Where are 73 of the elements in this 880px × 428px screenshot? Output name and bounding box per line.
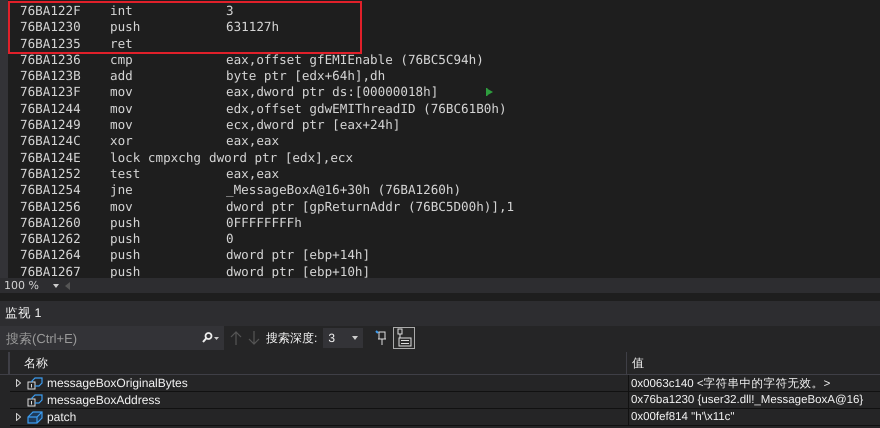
instruction-address: 76BA123F [20,84,82,101]
instruction-operand: edx,offset gdwEMIThreadID (76BC61B0h) [226,100,507,118]
instruction-operand: 3 [226,3,234,20]
instruction-address: 76BA1244 [20,100,82,118]
instruction-address: 76BA1260 [20,214,82,232]
instruction-operand: eax,eax [226,166,280,182]
instruction-mnemonic: mov [110,100,134,118]
instruction-mnemonic: push [110,247,142,264]
instruction-address: 76BA1256 [20,198,82,215]
instruction-mnemonic: xor [110,133,134,150]
variable-value: 0x76ba1230 {user32.dll!_MessageBoxA@16} [631,394,864,406]
search-button[interactable] [196,326,224,350]
instruction-operand: 631127h [226,19,280,36]
instruction-operand: dword ptr [ebp+10h] [226,264,370,278]
instruction-operand: ecx,dword ptr [eax+24h] [226,117,400,134]
search-field[interactable]: 搜索(Ctrl+E) [0,326,196,350]
instruction-address: 76BA1249 [20,117,82,134]
instruction-address: 76BA1264 [20,247,82,264]
instruction-mnemonic: cmp [110,52,134,68]
instruction-mnemonic: push [110,231,142,248]
instruction-mnemonic: push [110,264,142,278]
depth-dropdown[interactable]: 3 [323,328,364,348]
instruction-mnemonic: ret [110,36,134,52]
instruction-operand: byte ptr [edx+64h],dh [226,68,386,84]
instruction-address: 76BA1262 [20,231,82,248]
expand-icon[interactable] [16,379,21,387]
instruction-address: 76BA1235 [20,36,82,52]
caret-icon[interactable] [352,336,358,340]
instruction-operand: dword ptr [edx],ecx [209,150,354,166]
instruction-operand: eax,offset gfEMIEnable (76BC5C94h) [226,52,484,68]
variable-name: messageBoxAddress [47,393,160,407]
instruction-operand: 0 [226,231,234,248]
instruction-address: 76BA122F [20,3,82,20]
pin-icon[interactable] [375,330,388,346]
instruction-operand: dword ptr [ebp+14h] [226,247,370,264]
variable-value: 0x00fef814 "h'\x11c" [631,411,734,423]
variable-name: patch [47,410,76,424]
instruction-mnemonic: push [110,214,142,232]
instruction-mnemonic: lock cmpxchg [110,150,202,166]
instruction-mnemonic: mov [110,84,134,101]
pointer-variable-icon [27,376,43,390]
instruction-mnemonic: int [110,3,134,20]
expand-icon[interactable] [16,413,21,421]
variable-value: 0x0063c140 <字符串中的字符无效。> [631,376,830,390]
instruction-mnemonic: push [110,19,142,36]
zoom-dropdown[interactable]: 100 % [4,278,59,293]
instruction-mnemonic: add [110,68,134,84]
panel-title: 监视 1 [5,305,42,322]
instruction-address: 76BA124C [20,133,82,150]
instruction-address: 76BA1254 [20,182,82,199]
instruction-mnemonic: mov [110,198,134,215]
pointer-variable-icon [27,393,43,407]
instruction-operand: _MessageBoxA@16+30h (76BA1260h) [226,182,462,199]
caret-icon[interactable] [52,284,59,288]
object-variable-icon [27,410,43,424]
column-header[interactable]: 名称 [8,352,626,374]
instruction-address: 76BA124E [20,150,82,166]
instruction-address: 76BA1252 [20,166,82,182]
instruction-mnemonic: test [110,166,142,182]
instruction-address: 76BA123B [20,68,82,84]
variable-name: messageBoxOriginalBytes [47,376,188,390]
instruction-operand: dword ptr [gpReturnAddr (76BC5D00h)],1 [226,198,514,215]
instruction-mnemonic: jne [110,182,134,199]
search-icon[interactable] [200,332,220,344]
column-header[interactable]: 值 [626,352,880,374]
instruction-operand: eax,eax [226,133,280,150]
instruction-address: 76BA1236 [20,52,82,68]
instruction-mnemonic: mov [110,117,134,134]
instruction-operand: eax,dword ptr ds:[00000018h] [226,84,438,101]
instruction-address: 76BA1230 [20,19,82,36]
instruction-operand: 0FFFFFFFFh [226,214,302,232]
search-depth-label: 搜索深度: [266,330,318,346]
instruction-address: 76BA1267 [20,264,82,278]
